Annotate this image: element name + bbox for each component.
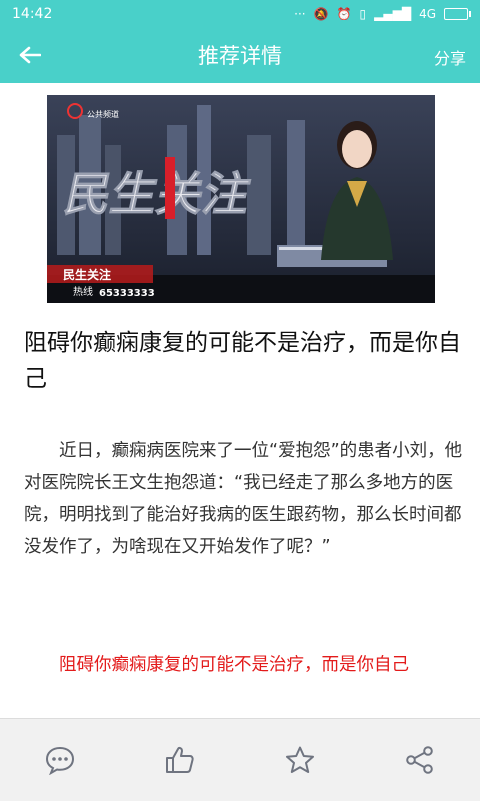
status-bar: 14:42 ··· 🔕 ⏰ ▯ ▂▄▆█ 4G [0,0,480,27]
comment-button[interactable] [30,730,90,790]
article-headline: 阻碍你癫痫康复的可能不是治疗，而是你自己 [24,330,461,392]
show-title: 民生关注 [60,167,255,220]
network-type: 4G [419,6,436,21]
bottom-action-bar [0,718,480,801]
hotline-number: 65333333 [99,288,155,299]
article-subheading: 阻碍你癫痫康复的可能不是治疗，而是你自己 [59,655,409,675]
vibrate-icon: ▯ [359,6,367,21]
status-time: 14:42 [12,5,53,22]
more-dots-icon: ··· [294,6,306,21]
favorite-button[interactable] [270,730,330,790]
share-button[interactable]: 分享 [434,45,466,69]
comment-icon [45,746,75,775]
back-button[interactable] [14,39,46,71]
share-icon [406,746,433,774]
star-icon [286,746,314,773]
share-action-button[interactable] [390,730,450,790]
back-arrow-icon [19,46,41,64]
article-content[interactable]: 公共频道 民生关注 民生关注 热线 65333333 阻碍你癫痫康复的可能不是治… [0,83,480,718]
ticker-title: 民生关注 [63,267,111,282]
hero-image: 公共频道 民生关注 民生关注 热线 65333333 [47,95,435,303]
hotline-label: 热线 [73,285,93,298]
alarm-icon: ⏰ [336,6,352,21]
app-bar: 推荐详情 分享 [0,27,480,83]
mute-icon: 🔕 [313,6,329,21]
like-button[interactable] [150,730,210,790]
channel-logo-text: 公共频道 [87,109,119,119]
article-paragraph: 近日，癫痫病医院来了一位“爱抱怨”的患者小刘，他对医院院长王文生抱怨道：“我已经… [24,441,463,557]
page-title: 推荐详情 [198,44,282,68]
thumbs-up-icon [166,746,194,773]
battery-icon [444,7,471,20]
signal-icon: ▂▄▆█ [374,6,412,21]
status-icons: ··· 🔕 ⏰ ▯ ▂▄▆█ 4G [294,6,471,21]
